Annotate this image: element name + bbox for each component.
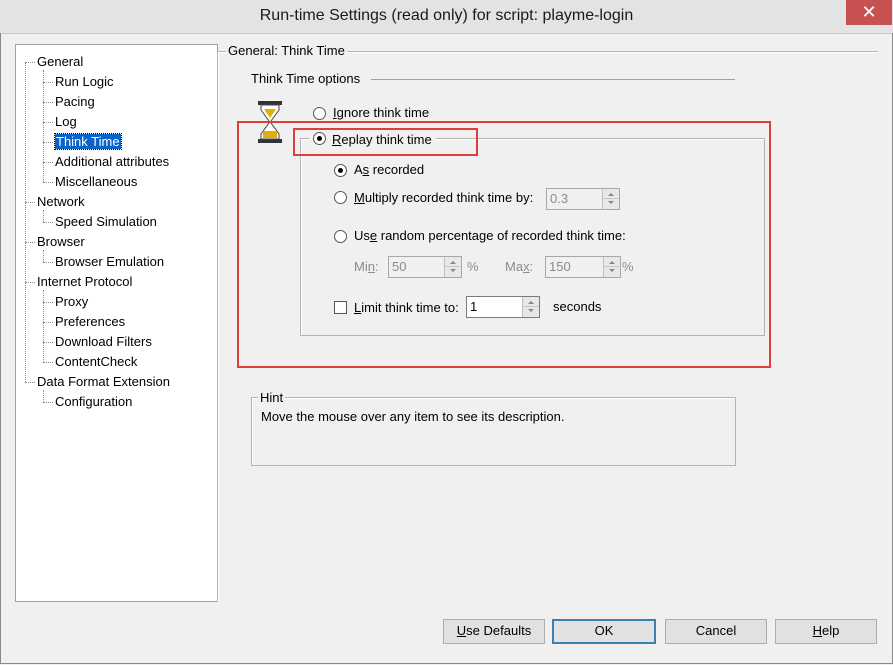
tree-branch-line — [43, 210, 44, 222]
group-title: General: Think Time — [226, 43, 347, 58]
ok-button[interactable]: OK — [552, 619, 656, 644]
tree-connector — [43, 82, 53, 83]
tree-item-preferences[interactable]: Preferences — [55, 313, 125, 330]
tree-item-contentcheck[interactable]: ContentCheck — [55, 353, 137, 370]
annotation-replay-highlight — [293, 128, 478, 156]
tree-branch-line — [43, 250, 44, 262]
tree-connector — [43, 142, 53, 143]
tree-connector — [43, 342, 53, 343]
tree-connector — [43, 402, 53, 403]
tree-item-additional-attributes[interactable]: Additional attributes — [55, 153, 169, 170]
settings-tree[interactable]: General Run Logic Pacing Log Think Time Addit… — [15, 44, 218, 602]
ignore-think-time-radio[interactable] — [313, 107, 326, 120]
tree-item-run-logic[interactable]: Run Logic — [55, 73, 114, 90]
tree-root-line — [25, 62, 26, 382]
tree-connector — [25, 202, 35, 203]
tree-item-speed-simulation[interactable]: Speed Simulation — [55, 213, 157, 230]
tree-branch-line — [43, 290, 44, 362]
tree-item-general[interactable]: General — [37, 53, 83, 70]
tree-connector — [25, 62, 35, 63]
tree-item-proxy[interactable]: Proxy — [55, 293, 88, 310]
tree-connector — [43, 162, 53, 163]
close-icon: ✕ — [861, 2, 877, 22]
tree-item-internet-protocol[interactable]: Internet Protocol — [37, 273, 132, 290]
window-title: Run-time Settings (read only) for script… — [259, 7, 634, 24]
tree-connector — [43, 182, 53, 183]
tree-branch-line — [43, 390, 44, 402]
tree-item-miscellaneous[interactable]: Miscellaneous — [55, 173, 137, 190]
tree-item-think-time[interactable]: Think Time — [54, 133, 122, 150]
tree-connector — [25, 382, 35, 383]
tree-connector — [43, 222, 53, 223]
tree-item-configuration[interactable]: Configuration — [55, 393, 132, 410]
hint-frame — [251, 397, 736, 466]
tree-item-download-filters[interactable]: Download Filters — [55, 333, 152, 350]
tree-item-network[interactable]: Network — [37, 193, 85, 210]
tree-item-browser-emulation[interactable]: Browser Emulation — [55, 253, 164, 270]
tree-connector — [25, 242, 35, 243]
ignore-think-time-label[interactable]: Ignore think time — [333, 105, 429, 120]
use-defaults-button[interactable]: Use Defaults — [443, 619, 545, 644]
tree-item-data-format-extension[interactable]: Data Format Extension — [37, 373, 170, 390]
tree-item-browser[interactable]: Browser — [37, 233, 85, 250]
tree-connector — [43, 302, 53, 303]
tree-connector — [43, 102, 53, 103]
tree-branch-line — [43, 70, 44, 182]
help-button[interactable]: Help — [775, 619, 877, 644]
options-title: Think Time options — [251, 71, 361, 86]
tree-connector — [43, 362, 53, 363]
close-button[interactable]: ✕ — [846, 0, 892, 25]
hint-title: Hint — [258, 390, 286, 405]
tree-connector — [43, 262, 53, 263]
tree-connector — [43, 122, 53, 123]
options-divider — [371, 79, 735, 80]
tree-item-log[interactable]: Log — [55, 113, 77, 130]
tree-connector — [43, 322, 53, 323]
hint-text: Move the mouse over any item to see its … — [261, 409, 565, 424]
annotation-highlight-box — [237, 121, 771, 368]
tree-connector — [25, 282, 35, 283]
cancel-button[interactable]: Cancel — [665, 619, 767, 644]
tree-item-pacing[interactable]: Pacing — [55, 93, 95, 110]
